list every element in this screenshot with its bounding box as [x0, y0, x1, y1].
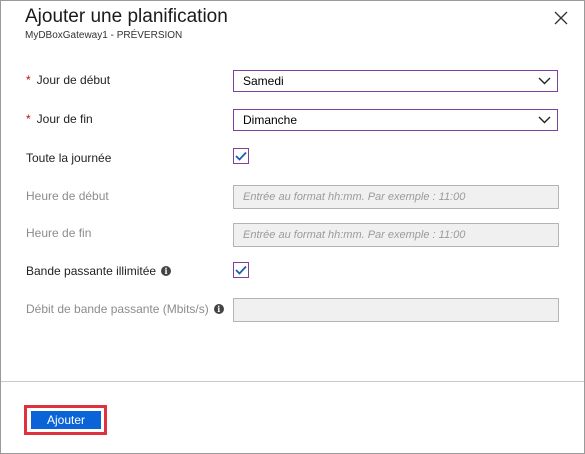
jour-fin-label-text: Jour de fin [36, 112, 93, 126]
debit-label: Débit de bande passante (Mbits/s) i [26, 302, 224, 316]
dialog-subtitle: MyDBoxGateway1 - PRÉVERSION [25, 30, 183, 41]
bande-illimitee-label-text: Bande passante illimitée [26, 264, 157, 278]
heure-fin-label: Heure de fin [26, 226, 92, 240]
footer-divider [1, 381, 584, 382]
checkmark-icon [235, 151, 247, 161]
info-icon[interactable]: i [161, 266, 172, 276]
chevron-down-icon [538, 77, 551, 85]
required-mark: * [26, 73, 31, 87]
dialog: Ajouter une planification MyDBoxGateway1… [0, 0, 585, 454]
close-button[interactable] [550, 7, 572, 29]
bande-illimitee-checkbox[interactable] [233, 262, 249, 278]
dialog-title: Ajouter une planification [25, 6, 228, 27]
jour-debut-select[interactable]: Samedi [233, 70, 558, 92]
jour-debut-value: Samedi [243, 74, 284, 88]
jour-fin-value: Dimanche [243, 113, 298, 127]
info-icon[interactable]: i [213, 304, 224, 314]
bande-illimitee-label: Bande passante illimitée i [26, 264, 172, 278]
chevron-down-icon [538, 116, 551, 124]
heure-fin-input[interactable]: Entrée au format hh:mm. Par exemple : 11… [233, 223, 559, 247]
jour-debut-label-text: Jour de début [36, 73, 111, 87]
debit-label-text: Débit de bande passante (Mbits/s) [26, 302, 209, 316]
toute-journee-label: Toute la journée [26, 151, 112, 165]
debit-input[interactable] [233, 298, 559, 322]
jour-debut-label: * Jour de début [26, 73, 110, 87]
heure-debut-placeholder: Entrée au format hh:mm. Par exemple : 11… [243, 191, 466, 203]
ajouter-button[interactable]: Ajouter [31, 411, 101, 429]
heure-debut-input[interactable]: Entrée au format hh:mm. Par exemple : 11… [233, 185, 559, 209]
close-icon [554, 11, 568, 25]
required-mark: * [26, 112, 31, 126]
heure-fin-placeholder: Entrée au format hh:mm. Par exemple : 11… [243, 229, 466, 241]
heure-debut-label: Heure de début [26, 189, 109, 203]
checkmark-icon [235, 265, 247, 275]
toute-journee-checkbox[interactable] [233, 148, 249, 164]
jour-fin-label: * Jour de fin [26, 112, 93, 126]
jour-fin-select[interactable]: Dimanche [233, 109, 558, 131]
